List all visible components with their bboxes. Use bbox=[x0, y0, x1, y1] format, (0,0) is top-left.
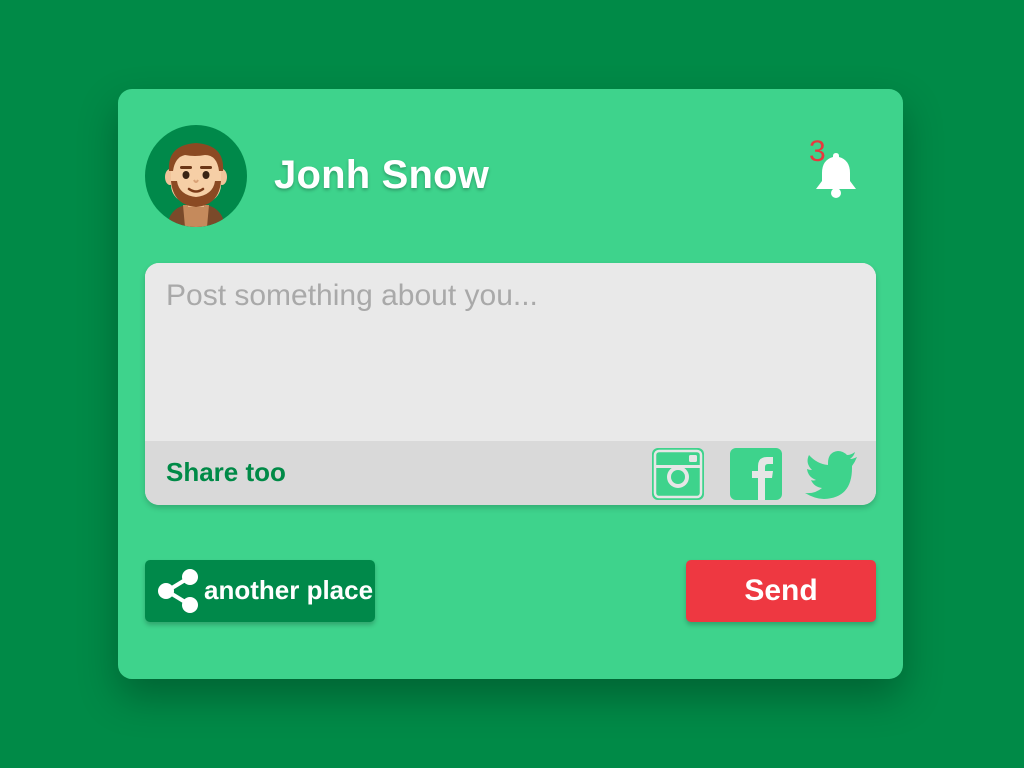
avatar[interactable] bbox=[145, 125, 247, 227]
instagram-icon bbox=[652, 448, 704, 500]
man-avatar-icon bbox=[165, 143, 227, 227]
instagram-share-button[interactable] bbox=[652, 448, 704, 500]
post-composer: Share too bbox=[145, 263, 876, 505]
share-bar: Share too bbox=[145, 441, 876, 505]
share-too-label: Share too bbox=[166, 457, 286, 487]
user-name: Jonh Snow bbox=[274, 153, 490, 197]
facebook-share-button[interactable] bbox=[730, 448, 782, 500]
post-input[interactable] bbox=[145, 263, 876, 441]
notification-count-badge: 3 bbox=[809, 135, 826, 168]
twitter-icon bbox=[805, 451, 857, 499]
share-another-place-button[interactable]: another place bbox=[145, 560, 375, 622]
notifications-button[interactable]: 3 bbox=[806, 137, 866, 201]
post-card: Jonh Snow 3 Share too bbox=[118, 89, 903, 679]
share-button-label: another place bbox=[204, 575, 374, 605]
send-button[interactable]: Send bbox=[686, 560, 876, 622]
twitter-share-button[interactable] bbox=[805, 449, 859, 501]
facebook-icon bbox=[730, 448, 782, 500]
share-icon bbox=[158, 569, 198, 613]
send-button-label: Send bbox=[744, 574, 818, 607]
